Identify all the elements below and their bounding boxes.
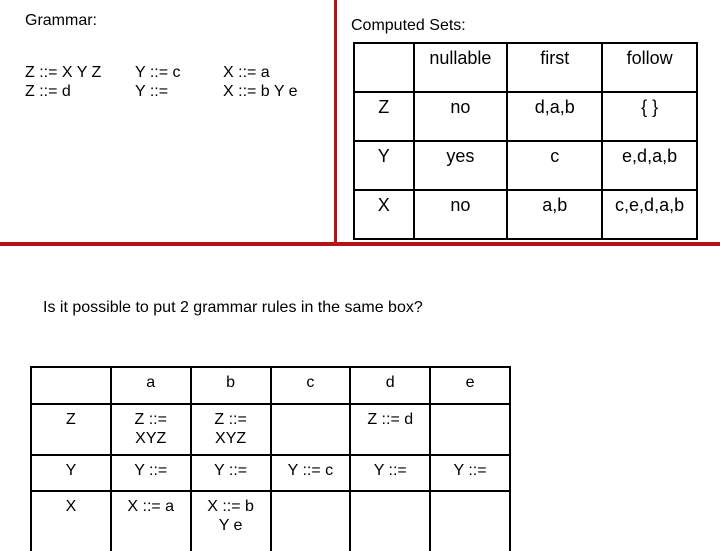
grammar-rule: Z ::= X Y Z [25, 64, 102, 81]
header-cell: first [506, 42, 604, 93]
cell-line: Y [65, 462, 77, 479]
table-cell [269, 403, 352, 456]
cell-line: XYZ [135, 430, 167, 447]
header-cell: d [349, 366, 432, 405]
table-cell: Y [30, 454, 112, 492]
table-cell: d,a,b [506, 91, 604, 142]
cell-line: Y ::= [373, 462, 407, 479]
table-cell: X ::= a [109, 490, 192, 551]
grammar-column-z: Z ::= X Y Z Z ::= d [25, 63, 101, 101]
cell-line: X [65, 498, 77, 515]
table-cell: X [353, 189, 415, 240]
grammar-rule: Y ::= [135, 83, 169, 100]
cell-line: Z ::= [134, 411, 167, 428]
table-cell: Y ::= [189, 454, 272, 492]
table-row: Z Z ::=XYZ Z ::=XYZ Z ::= d [30, 403, 511, 456]
table-row: Z no d,a,b { } [353, 91, 698, 142]
grammar-title: Grammar: [25, 12, 97, 29]
table-cell: Y ::= [349, 454, 432, 492]
table-cell: Z [353, 91, 415, 142]
table-cell: no [412, 91, 509, 142]
table-cell: { } [601, 91, 698, 142]
table-cell: no [412, 189, 509, 240]
cell-line: Y e [218, 517, 243, 534]
cell-line: X ::= a [127, 498, 175, 515]
cell-line: X ::= b [207, 498, 254, 515]
horizontal-divider [0, 242, 720, 246]
header-cell: b [189, 366, 272, 405]
table-cell: Z ::= d [349, 403, 432, 456]
table-cell: Y ::= [429, 454, 511, 492]
grammar-rule: Z ::= d [25, 83, 71, 100]
table-cell: Y [353, 140, 415, 191]
cell-line: Y ::= [453, 462, 487, 479]
table-cell: c,e,d,a,b [601, 189, 698, 240]
table-cell [269, 490, 352, 551]
cell-line: Y ::= [214, 462, 248, 479]
table-row: Y Y ::= Y ::= Y ::= c Y ::= Y ::= [30, 454, 511, 492]
header-cell: a [109, 366, 192, 405]
table-cell: X ::= bY e [189, 490, 272, 551]
computed-sets-table: nullable first follow Z no d,a,b { } Y y… [353, 42, 698, 240]
table-cell: Z [30, 403, 112, 456]
header-cell: nullable [412, 42, 509, 93]
table-cell [429, 403, 511, 456]
cell-line: Z [66, 411, 76, 428]
grammar-rule: X ::= b Y e [223, 83, 298, 100]
header-cell: e [429, 366, 511, 405]
parse-table: a b c d e Z Z ::=XYZ Z ::=XYZ Z ::= d Y … [30, 366, 511, 551]
table-cell [349, 490, 432, 551]
table-row: Y yes c e,d,a,b [353, 140, 698, 191]
header-cell: follow [601, 42, 698, 93]
computed-sets-title: Computed Sets: [351, 17, 466, 34]
cell-line: Y ::= [134, 462, 168, 479]
table-cell [429, 490, 511, 551]
cell-line: Z ::= d [367, 411, 414, 428]
cell-line: Y ::= c [287, 462, 334, 479]
table-header-row: nullable first follow [353, 42, 698, 93]
table-cell: c [506, 140, 604, 191]
header-cell [353, 42, 415, 93]
table-header-row: a b c d e [30, 366, 511, 405]
table-cell: Z ::=XYZ [189, 403, 272, 456]
table-cell: Z ::=XYZ [109, 403, 192, 456]
cell-line: XYZ [215, 430, 247, 447]
grammar-column-y: Y ::= c Y ::= [135, 63, 181, 101]
grammar-rule: X ::= a [223, 64, 270, 81]
table-cell: X [30, 490, 112, 551]
table-row: X no a,b c,e,d,a,b [353, 189, 698, 240]
header-cell: c [269, 366, 352, 405]
grammar-column-x: X ::= a X ::= b Y e [223, 63, 298, 101]
table-cell: e,d,a,b [601, 140, 698, 191]
question-text: Is it possible to put 2 grammar rules in… [43, 299, 423, 316]
cell-line: Z ::= [214, 411, 247, 428]
table-row: X X ::= a X ::= bY e [30, 490, 511, 551]
table-cell: Y ::= [109, 454, 192, 492]
header-cell [30, 366, 112, 405]
table-cell: a,b [506, 189, 604, 240]
table-cell: Y ::= c [269, 454, 352, 492]
vertical-divider [334, 0, 337, 246]
grammar-rule: Y ::= c [135, 64, 181, 81]
table-cell: yes [412, 140, 509, 191]
